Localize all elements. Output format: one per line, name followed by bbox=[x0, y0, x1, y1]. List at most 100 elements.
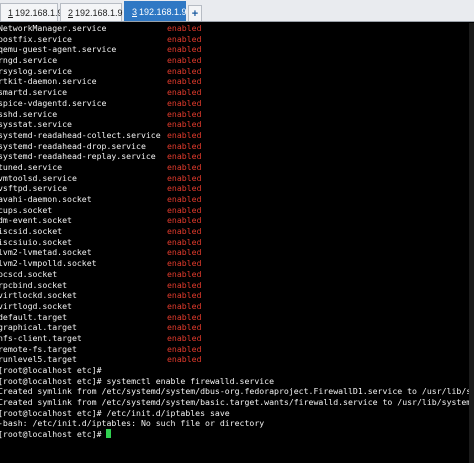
service-line: virtlogd.socket enabled bbox=[0, 301, 474, 312]
service-line: vsftpd.service enabled bbox=[0, 183, 474, 194]
service-state: enabled bbox=[167, 97, 202, 108]
service-line: postfix.service enabled bbox=[0, 34, 474, 45]
output-line: Created symlink from /etc/systemd/system… bbox=[0, 386, 474, 397]
service-state: enabled bbox=[167, 183, 202, 194]
service-name: rngd.service bbox=[0, 55, 58, 66]
service-line: rtkit-daemon.service enabled bbox=[0, 76, 474, 87]
service-state: enabled bbox=[167, 119, 202, 130]
service-line: spice-vdagentd.service enabled bbox=[0, 98, 474, 109]
shell-prompt: [root@localhost etc]# bbox=[0, 429, 112, 440]
output-text: Created symlink from /etc/systemd/system… bbox=[0, 397, 474, 408]
service-state: enabled bbox=[167, 226, 202, 237]
output-line: [root@localhost etc]# bbox=[0, 365, 474, 376]
service-line: qemu-guest-agent.service enabled bbox=[0, 44, 474, 55]
tab-number: 2 bbox=[68, 7, 74, 18]
service-line: systemd-readahead-collect.service enabled bbox=[0, 130, 474, 141]
service-line: rsyslog.service enabled bbox=[0, 66, 474, 77]
service-state: enabled bbox=[167, 55, 202, 66]
terminal-output[interactable]: NetworkManager.service enabled postfix.ser… bbox=[0, 23, 474, 463]
service-state: enabled bbox=[167, 151, 202, 162]
service-state: enabled bbox=[167, 204, 202, 215]
service-name: systemd-readahead-replay.service bbox=[0, 151, 156, 162]
output-line: [root@localhost etc]# /etc/init.d/iptabl… bbox=[0, 408, 474, 419]
tab-title: 192.168.1.9 bbox=[139, 6, 187, 17]
tab-number: 1 bbox=[8, 7, 14, 18]
service-state: enabled bbox=[167, 33, 202, 44]
service-name: systemd-readahead-drop.service bbox=[0, 140, 146, 151]
tab-bar: 1 192.168.1.9 ✕ 2 192.168.1.9 ✕ 3 192.16… bbox=[0, 0, 474, 22]
output-text: Created symlink from /etc/systemd/system… bbox=[0, 386, 474, 397]
service-name: sysstat.service bbox=[0, 119, 72, 130]
service-line: graphical.target enabled bbox=[0, 322, 474, 333]
service-line: pcscd.socket enabled bbox=[0, 269, 474, 280]
service-name: avahi-daemon.socket bbox=[0, 194, 92, 204]
service-state: enabled bbox=[167, 44, 202, 55]
service-line: vmtoolsd.service enabled bbox=[0, 173, 474, 184]
service-state: enabled bbox=[167, 236, 202, 247]
service-name: nfs-client.target bbox=[0, 332, 82, 343]
service-state: enabled bbox=[167, 258, 202, 269]
tab-number: 3 bbox=[132, 6, 138, 17]
service-name: rtkit-daemon.service bbox=[0, 76, 97, 87]
service-line: runlevel5.target enabled bbox=[0, 354, 474, 365]
service-line: avahi-daemon.socket enabled bbox=[0, 194, 474, 205]
service-name: virtlogd.socket bbox=[0, 300, 72, 311]
terminal-scrollbar[interactable] bbox=[469, 23, 474, 463]
service-name: graphical.target bbox=[0, 322, 77, 333]
new-tab-button[interactable]: + bbox=[188, 5, 202, 21]
service-line: iscsiuio.socket enabled bbox=[0, 237, 474, 248]
service-state: enabled bbox=[167, 161, 202, 172]
service-line: iscsid.socket enabled bbox=[0, 226, 474, 237]
service-state: enabled bbox=[167, 129, 202, 140]
session-tab-1[interactable]: 1 192.168.1.9 ✕ bbox=[0, 3, 76, 21]
service-name: iscsiuio.socket bbox=[0, 236, 72, 247]
service-name: lvm2-lvmpolld.socket bbox=[0, 258, 97, 269]
service-name: pcscd.socket bbox=[0, 268, 58, 279]
service-name: smartd.service bbox=[0, 87, 68, 98]
service-state: enabled bbox=[167, 354, 202, 365]
service-line: rngd.service enabled bbox=[0, 55, 474, 66]
service-name: spice-vdagentd.service bbox=[0, 97, 107, 108]
service-name: virtlockd.socket bbox=[0, 290, 77, 301]
service-state: enabled bbox=[167, 332, 202, 343]
service-name: NetworkManager.service bbox=[0, 23, 107, 33]
service-line: lvm2-lvmpolld.socket enabled bbox=[0, 258, 474, 269]
service-line: default.target enabled bbox=[0, 312, 474, 323]
service-line: virtlockd.socket enabled bbox=[0, 290, 474, 301]
session-tab-2[interactable]: 2 192.168.1.9 ✕ bbox=[60, 3, 136, 21]
session-tab-3[interactable]: 3 192.168.1.9 ✕ bbox=[124, 1, 200, 21]
service-name: rpcbind.socket bbox=[0, 279, 68, 290]
service-state: enabled bbox=[167, 279, 202, 290]
output-line: Created symlink from /etc/systemd/system… bbox=[0, 397, 474, 408]
service-line: NetworkManager.service enabled bbox=[0, 23, 474, 34]
service-line: rpcbind.socket enabled bbox=[0, 280, 474, 291]
output-text: [root@localhost etc]# systemctl enable f… bbox=[0, 375, 275, 386]
service-line: cups.socket enabled bbox=[0, 205, 474, 216]
service-state: enabled bbox=[167, 76, 202, 87]
service-line: remote-fs.target enabled bbox=[0, 344, 474, 355]
service-line: systemd-readahead-replay.service enabled bbox=[0, 151, 474, 162]
service-name: iscsid.socket bbox=[0, 226, 63, 237]
tab-title: 192.168.1.9 bbox=[75, 7, 123, 18]
service-name: sshd.service bbox=[0, 108, 58, 119]
service-state: enabled bbox=[167, 172, 202, 183]
service-name: tuned.service bbox=[0, 161, 63, 172]
text-cursor bbox=[106, 429, 112, 439]
service-line: sysstat.service enabled bbox=[0, 119, 474, 130]
output-line: [root@localhost etc]# systemctl enable f… bbox=[0, 376, 474, 387]
service-name: systemd-readahead-collect.service bbox=[0, 129, 161, 140]
service-state: enabled bbox=[167, 23, 202, 33]
service-line: tuned.service enabled bbox=[0, 162, 474, 173]
output-text: -bash: /etc/init.d/iptables: No such fil… bbox=[0, 418, 265, 429]
service-name: postfix.service bbox=[0, 33, 72, 44]
service-line: sshd.service enabled bbox=[0, 109, 474, 120]
service-line: smartd.service enabled bbox=[0, 87, 474, 98]
output-text: [root@localhost etc]# /etc/init.d/iptabl… bbox=[0, 407, 230, 418]
service-line: nfs-client.target enabled bbox=[0, 333, 474, 344]
service-line: lvm2-lvmetad.socket enabled bbox=[0, 247, 474, 258]
service-state: enabled bbox=[167, 140, 202, 151]
service-name: vmtoolsd.service bbox=[0, 172, 77, 183]
service-name: dm-event.socket bbox=[0, 215, 72, 226]
prompt-line[interactable]: [root@localhost etc]# bbox=[0, 429, 474, 440]
service-state: enabled bbox=[167, 268, 202, 279]
